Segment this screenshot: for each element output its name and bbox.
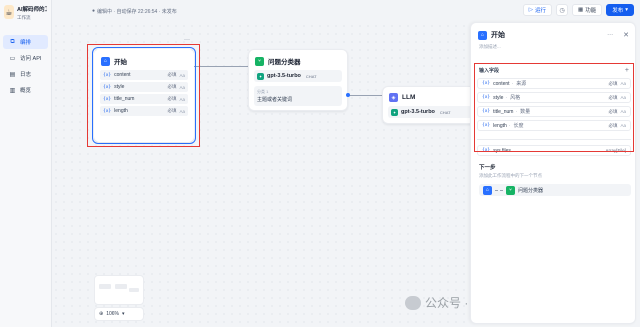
chart-icon: ▥ <box>9 87 16 94</box>
left-sidebar: ☕ AI解码师的工作... 工作流 ⧉ 编排 ▭ 访问 API ▤ 日志 ▥ 概… <box>0 0 52 327</box>
description-input[interactable]: 添加描述... <box>471 42 635 50</box>
run-button[interactable]: ▷ 运行 <box>522 4 552 16</box>
more-icon[interactable]: ··· <box>607 32 613 38</box>
minimap-node <box>99 284 111 289</box>
chat-tag: CHAT <box>439 109 451 115</box>
sidebar-item-orchestrate[interactable]: ⧉ 编排 <box>3 35 48 49</box>
play-icon: ▷ <box>528 7 533 13</box>
model-selector[interactable]: ✦ gpt-3.5-turbo CHAT <box>254 70 342 82</box>
app-icon: ☕ <box>4 5 14 19</box>
minimap[interactable] <box>94 275 144 305</box>
class-label: 分类 1 <box>257 89 269 94</box>
wechat-logo-icon <box>405 295 421 310</box>
edge-start-classifier <box>194 66 248 67</box>
zoom-level: 106% <box>106 311 119 317</box>
history-button[interactable]: ◷ <box>556 4 568 16</box>
app-name: AI解码师的工作... <box>17 7 47 13</box>
node-more-icon[interactable]: ··· <box>184 37 190 43</box>
minimap-node <box>129 288 139 292</box>
question-classifier-node[interactable]: ⑂ 问题分类器 ✦ gpt-3.5-turbo CHAT 分类 1 主题或者关键… <box>248 49 348 111</box>
save-status: ● 编辑中 · 自动保存 22:26:54 · 未发布 <box>92 8 177 15</box>
sidebar-nav: ⧉ 编排 ▭ 访问 API ▤ 日志 ▥ 概览 <box>0 35 51 97</box>
llm-icon: ◈ <box>389 93 398 102</box>
status-dot-icon: ● <box>92 8 96 14</box>
log-icon: ▤ <box>9 71 16 78</box>
sidebar-item-api[interactable]: ▭ 访问 API <box>3 51 48 65</box>
home-icon: ⌂ <box>478 30 487 40</box>
publish-button[interactable]: 发布 ▾ <box>606 4 634 16</box>
app-type: 工作流 <box>17 15 31 20</box>
features-label: 功能 <box>585 8 597 14</box>
class-text: 主题或者关键词 <box>257 97 293 103</box>
sidebar-item-overview[interactable]: ▥ 概览 <box>3 83 48 97</box>
zoom-icon: ⊕ <box>99 311 104 317</box>
chevron-down-icon: ▾ <box>625 7 628 13</box>
close-icon[interactable]: ✕ <box>623 31 629 39</box>
publish-label: 发布 <box>612 8 624 14</box>
top-actions: ▷ 运行 ◷ ▦ 功能 发布 ▾ <box>522 4 634 16</box>
workflow-canvas[interactable]: ⌂ 开始 {x} content 必填 Aa {x} style 必填 Aa {… <box>52 22 478 327</box>
openai-icon: ✦ <box>257 72 264 80</box>
classifier-icon: ⑂ <box>506 185 515 195</box>
top-bar: ● 编辑中 · 自动保存 22:26:54 · 未发布 ▷ 运行 ◷ ▦ 功能 … <box>52 0 640 22</box>
chevron-down-icon: ▾ <box>122 311 125 317</box>
next-node-name: 问题分类器 <box>518 187 544 194</box>
grid-icon: ▦ <box>578 7 584 13</box>
sidebar-item-logs[interactable]: ▤ 日志 <box>3 67 48 81</box>
node-title: 问题分类器 <box>268 59 301 66</box>
chat-tag: CHAT <box>305 73 317 79</box>
features-button[interactable]: ▦ 功能 <box>572 4 603 16</box>
openai-icon: ✦ <box>391 108 398 116</box>
class-item: 分类 1 主题或者关键词 <box>254 86 342 106</box>
model-selector[interactable]: ✦ gpt-3.5-turbo CHAT <box>388 106 472 118</box>
next-step-title: 下一步 <box>479 165 496 171</box>
workflow-icon: ⧉ <box>10 38 15 45</box>
model-name: gpt-3.5-turbo <box>401 109 435 115</box>
home-icon: ⌂ <box>483 185 492 195</box>
next-step-description: 添加此工作流程中的下一个节点 <box>479 173 542 178</box>
terminal-icon: ▭ <box>9 55 16 62</box>
save-status-text: 编辑中 · 自动保存 22:26:54 · 未发布 <box>97 8 177 15</box>
history-icon: ◷ <box>559 7 565 14</box>
app-header[interactable]: ☕ AI解码师的工作... 工作流 <box>0 0 51 21</box>
minimap-node <box>115 284 127 289</box>
next-node-row[interactable]: ⌂ ⑂ 问题分类器 <box>479 184 631 196</box>
classifier-icon: ⑂ <box>255 56 264 66</box>
node-config-panel: ⌂ 开始 ··· ✕ 添加描述... 输入字段 + {x} content · … <box>470 22 636 324</box>
highlight-box-start-node <box>87 44 200 147</box>
node-title: LLM <box>402 94 416 101</box>
output-port[interactable] <box>346 93 350 97</box>
next-step-section: 下一步 添加此工作流程中的下一个节点 ⌂ ⑂ 问题分类器 <box>479 163 631 196</box>
sidebar-item-label: 访问 API <box>20 56 42 62</box>
sidebar-item-label: 日志 <box>20 72 32 78</box>
highlight-box-input-fields <box>474 63 634 152</box>
run-label: 运行 <box>534 8 546 14</box>
sidebar-item-label: 编排 <box>20 40 32 46</box>
zoom-control[interactable]: ⊕ 106% ▾ <box>94 307 144 321</box>
connector-line <box>495 189 503 191</box>
sidebar-item-label: 概览 <box>20 88 32 94</box>
llm-node[interactable]: ◈ LLM ✦ gpt-3.5-turbo CHAT <box>382 86 478 124</box>
panel-title: 开始 <box>491 32 505 39</box>
edge-classifier-llm <box>348 95 382 96</box>
model-name: gpt-3.5-turbo <box>267 73 301 79</box>
